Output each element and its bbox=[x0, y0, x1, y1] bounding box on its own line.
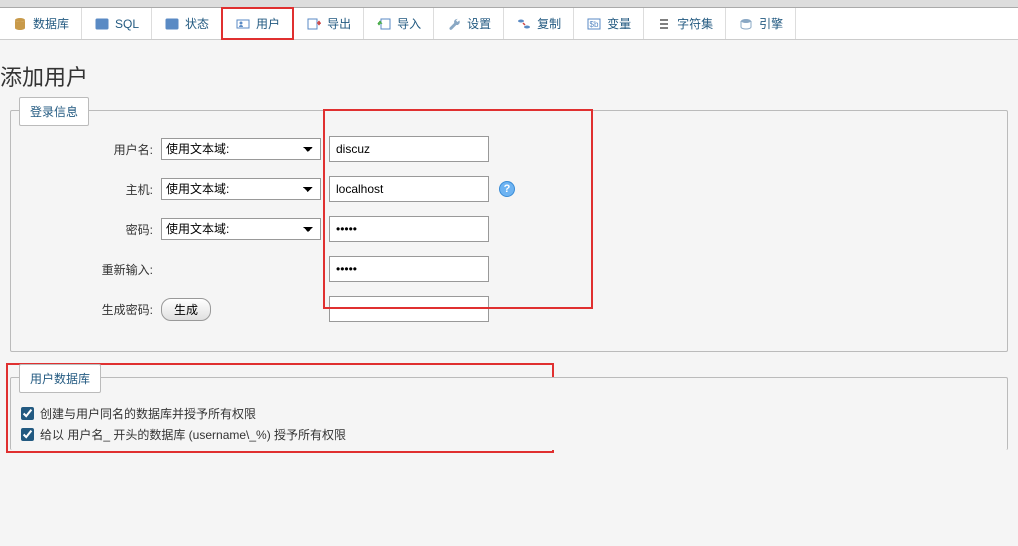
tab-database[interactable]: 数据库 bbox=[0, 8, 82, 39]
generate-button[interactable]: 生成 bbox=[161, 298, 211, 321]
row-password: 密码: 使用文本域: bbox=[11, 216, 1007, 242]
retype-input[interactable] bbox=[329, 256, 489, 282]
host-input[interactable] bbox=[329, 176, 489, 202]
host-mode-select[interactable]: 使用文本域: bbox=[161, 178, 321, 200]
checkbox-row-2: 给以 用户名_ 开头的数据库 (username\_%) 授予所有权限 bbox=[11, 424, 1007, 445]
host-label: 主机: bbox=[21, 181, 161, 198]
sql-icon bbox=[94, 16, 110, 32]
tab-label: 用户 bbox=[256, 15, 280, 32]
tab-settings[interactable]: 设置 bbox=[434, 8, 504, 39]
tab-label: SQL bbox=[115, 17, 139, 31]
username-label: 用户名: bbox=[21, 141, 161, 158]
tab-variables[interactable]: $b 变量 bbox=[574, 8, 644, 39]
tab-label: 状态 bbox=[185, 15, 209, 32]
tab-export[interactable]: 导出 bbox=[294, 8, 364, 39]
wrench-icon bbox=[446, 16, 462, 32]
tab-engines[interactable]: 引擎 bbox=[726, 8, 796, 39]
status-icon bbox=[164, 16, 180, 32]
row-username: 用户名: 使用文本域: bbox=[11, 136, 1007, 162]
username-mode-select[interactable]: 使用文本域: bbox=[161, 138, 321, 160]
password-label: 密码: bbox=[21, 221, 161, 238]
tab-charset[interactable]: 字符集 bbox=[644, 8, 726, 39]
login-legend: 登录信息 bbox=[19, 97, 89, 126]
replication-icon bbox=[516, 16, 532, 32]
variables-icon: $b bbox=[586, 16, 602, 32]
generate-label: 生成密码: bbox=[21, 301, 161, 318]
svg-text:$b: $b bbox=[590, 20, 599, 29]
user-db-fieldset: 用户数据库 创建与用户同名的数据库并授予所有权限 给以 用户名_ 开头的数据库 … bbox=[10, 377, 1008, 450]
create-same-db-checkbox[interactable] bbox=[21, 407, 34, 420]
checkbox-row-1: 创建与用户同名的数据库并授予所有权限 bbox=[11, 403, 1007, 424]
charset-icon bbox=[656, 16, 672, 32]
retype-label: 重新输入: bbox=[21, 261, 161, 278]
database-icon bbox=[12, 16, 28, 32]
top-tabs: 数据库 SQL 状态 用户 导出 导入 设置 复制 $b 变量 字符集 引擎 bbox=[0, 8, 1018, 40]
user-icon bbox=[235, 16, 251, 32]
password-mode-select[interactable]: 使用文本域: bbox=[161, 218, 321, 240]
row-generate: 生成密码: 生成 bbox=[11, 296, 1007, 322]
tab-label: 变量 bbox=[607, 15, 631, 32]
tab-import[interactable]: 导入 bbox=[364, 8, 434, 39]
checkbox1-label: 创建与用户同名的数据库并授予所有权限 bbox=[40, 405, 256, 422]
window-top-bar bbox=[0, 0, 1018, 8]
grant-wildcard-checkbox[interactable] bbox=[21, 428, 34, 441]
main-content: 添加用户 登录信息 用户名: 使用文本域: 主机: 使用文本域: ? 密码: 使… bbox=[0, 40, 1018, 450]
username-input[interactable] bbox=[329, 136, 489, 162]
tab-label: 引擎 bbox=[759, 15, 783, 32]
checkbox2-label: 给以 用户名_ 开头的数据库 (username\_%) 授予所有权限 bbox=[40, 426, 346, 443]
tab-sql[interactable]: SQL bbox=[82, 8, 152, 39]
tab-label: 导入 bbox=[397, 15, 421, 32]
row-retype: 重新输入: bbox=[11, 256, 1007, 282]
login-info-fieldset: 登录信息 用户名: 使用文本域: 主机: 使用文本域: ? 密码: 使用文本域:… bbox=[10, 110, 1008, 352]
tab-status[interactable]: 状态 bbox=[152, 8, 222, 39]
tab-label: 数据库 bbox=[33, 15, 69, 32]
tab-replication[interactable]: 复制 bbox=[504, 8, 574, 39]
tab-label: 字符集 bbox=[677, 15, 713, 32]
password-input[interactable] bbox=[329, 216, 489, 242]
tab-users[interactable]: 用户 bbox=[221, 7, 294, 40]
tab-label: 设置 bbox=[467, 15, 491, 32]
generated-password-input[interactable] bbox=[329, 296, 489, 322]
row-host: 主机: 使用文本域: ? bbox=[11, 176, 1007, 202]
import-icon bbox=[376, 16, 392, 32]
help-icon[interactable]: ? bbox=[499, 181, 515, 197]
tab-label: 导出 bbox=[327, 15, 351, 32]
engine-icon bbox=[738, 16, 754, 32]
userdb-legend: 用户数据库 bbox=[19, 364, 101, 393]
tab-label: 复制 bbox=[537, 15, 561, 32]
page-title: 添加用户 bbox=[0, 60, 1018, 110]
export-icon bbox=[306, 16, 322, 32]
